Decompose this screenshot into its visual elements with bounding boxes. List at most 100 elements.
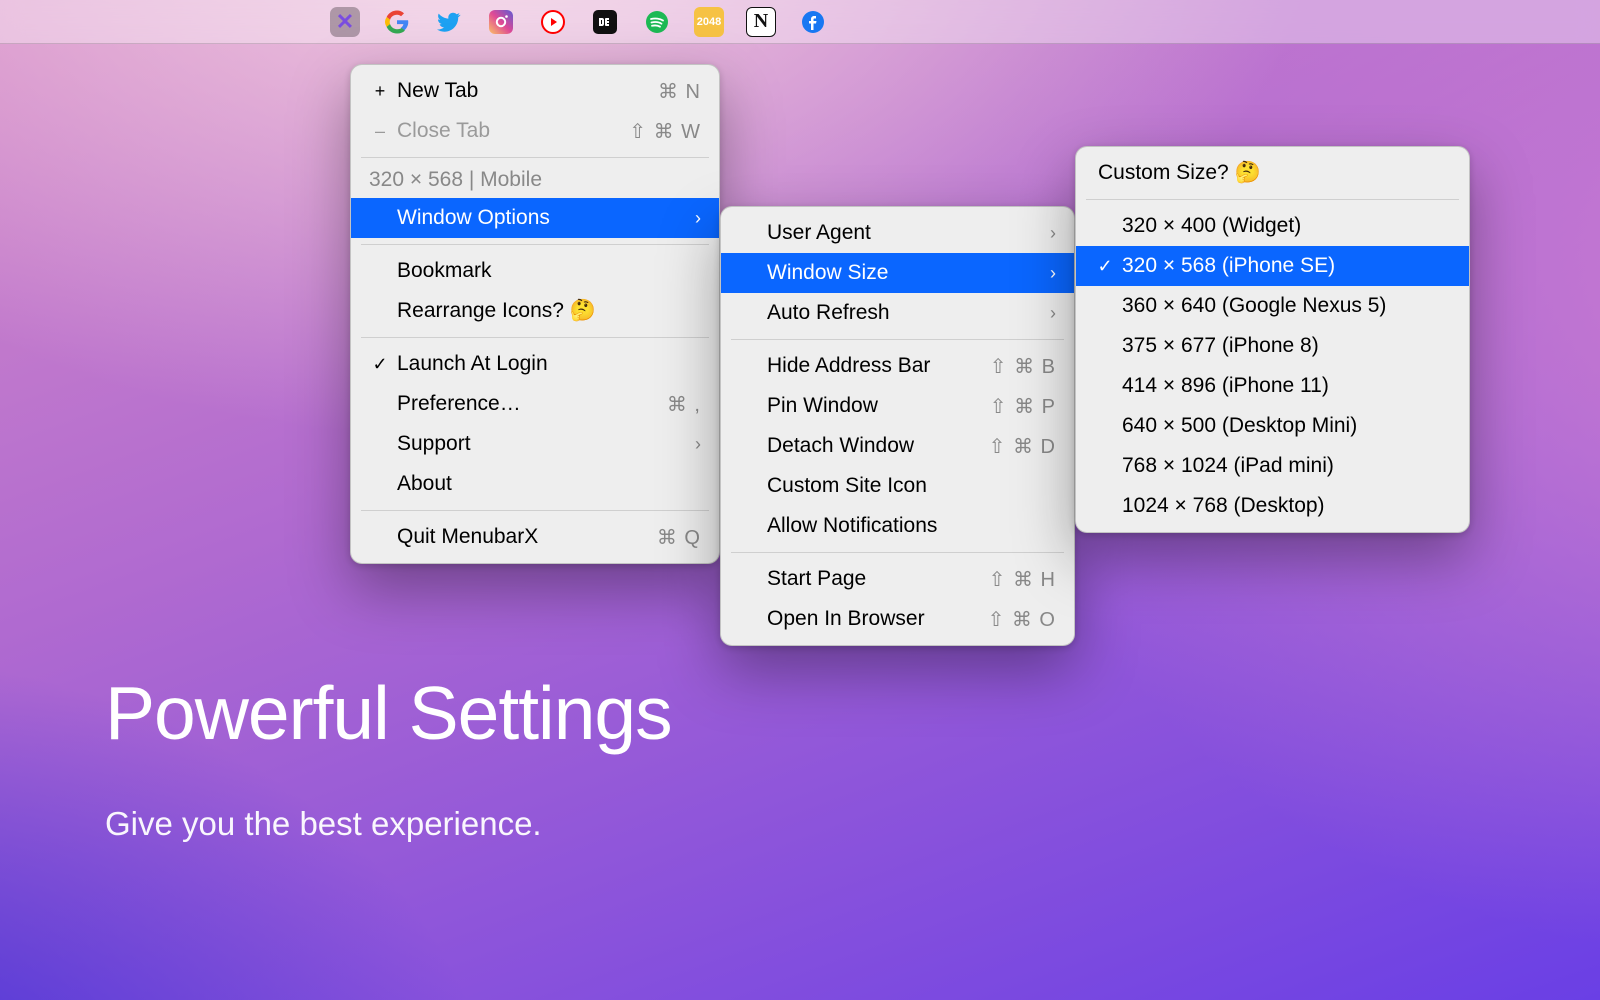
facebook-icon[interactable] <box>798 7 828 37</box>
menubar-icons: ✕ 2048 N <box>330 7 828 37</box>
menu-close-tab: – Close Tab ⇧ ⌘ W <box>351 111 719 151</box>
main-menu: + New Tab ⌘ N – Close Tab ⇧ ⌘ W 320 × 56… <box>350 64 720 564</box>
menu-item-label: 640 × 500 (Desktop Mini) <box>1122 414 1451 438</box>
shortcut: ⌘ N <box>658 79 701 104</box>
instagram-icon[interactable] <box>486 7 516 37</box>
menu-bookmark[interactable]: Bookmark <box>351 251 719 291</box>
menu-item-label: Custom Size? 🤔 <box>1098 161 1451 185</box>
menu-item-label: New Tab <box>397 79 628 103</box>
size-option[interactable]: 1024 × 768 (Desktop) <box>1076 486 1469 526</box>
menu-item-label: Pin Window <box>767 394 960 418</box>
menu-detach-window[interactable]: Detach Window ⇧ ⌘ D <box>721 426 1074 466</box>
menu-window-options[interactable]: Window Options › <box>351 198 719 238</box>
chevron-right-icon: › <box>1050 223 1056 244</box>
menu-item-label: 360 × 640 (Google Nexus 5) <box>1122 294 1451 318</box>
menu-item-label: Launch At Login <box>397 352 701 376</box>
size-option[interactable]: 768 × 1024 (iPad mini) <box>1076 446 1469 486</box>
menu-custom-site-icon[interactable]: Custom Site Icon <box>721 466 1074 506</box>
shortcut: ⇧ ⌘ D <box>989 434 1056 459</box>
shortcut: ⇧ ⌘ H <box>989 567 1056 592</box>
menu-open-in-browser[interactable]: Open In Browser ⇧ ⌘ O <box>721 599 1074 639</box>
menu-item-label: Auto Refresh <box>767 301 1020 325</box>
menu-item-label: Window Options <box>397 206 665 230</box>
shortcut: ⌘ Q <box>657 525 701 550</box>
menu-item-label: Open In Browser <box>767 607 958 631</box>
size-option[interactable]: 375 × 677 (iPhone 8) <box>1076 326 1469 366</box>
twitter-icon[interactable] <box>434 7 464 37</box>
menu-item-label: 320 × 568 (iPhone SE) <box>1122 254 1451 278</box>
menu-pin-window[interactable]: Pin Window ⇧ ⌘ P <box>721 386 1074 426</box>
chevron-right-icon: › <box>695 434 701 455</box>
menu-hide-address-bar[interactable]: Hide Address Bar ⇧ ⌘ B <box>721 346 1074 386</box>
menu-item-label: Allow Notifications <box>767 514 1056 538</box>
menu-item-label: About <box>397 472 701 496</box>
menu-item-label: 1024 × 768 (Desktop) <box>1122 494 1451 518</box>
menu-about[interactable]: About <box>351 464 719 504</box>
size-option[interactable]: ✓ 320 × 568 (iPhone SE) <box>1076 246 1469 286</box>
menu-item-label: Start Page <box>767 567 959 591</box>
hero-subtitle: Give you the best experience. <box>105 805 542 843</box>
separator <box>361 244 709 245</box>
size-option[interactable]: 414 × 896 (iPhone 11) <box>1076 366 1469 406</box>
separator <box>1086 199 1459 200</box>
devto-icon[interactable] <box>590 7 620 37</box>
youtube-icon[interactable] <box>538 7 568 37</box>
shortcut: ⇧ ⌘ W <box>629 119 701 144</box>
menu-allow-notifications[interactable]: Allow Notifications <box>721 506 1074 546</box>
size-option[interactable]: 360 × 640 (Google Nexus 5) <box>1076 286 1469 326</box>
menu-item-label: Bookmark <box>397 259 701 283</box>
menu-window-size[interactable]: Window Size › <box>721 253 1074 293</box>
separator <box>731 339 1064 340</box>
size-header: 320 × 568 | Mobile <box>351 164 719 198</box>
menu-item-label: Preference… <box>397 392 637 416</box>
notion-icon[interactable]: N <box>746 7 776 37</box>
plus-icon: + <box>369 81 391 102</box>
menu-auto-refresh[interactable]: Auto Refresh › <box>721 293 1074 333</box>
chevron-right-icon: › <box>1050 263 1056 284</box>
menu-item-label: 320 × 400 (Widget) <box>1122 214 1451 238</box>
separator <box>361 337 709 338</box>
menu-item-label: Detach Window <box>767 434 959 458</box>
chevron-right-icon: › <box>1050 303 1056 324</box>
menu-rearrange-icons[interactable]: Rearrange Icons? 🤔 <box>351 291 719 331</box>
menu-user-agent[interactable]: User Agent › <box>721 213 1074 253</box>
menu-new-tab[interactable]: + New Tab ⌘ N <box>351 71 719 111</box>
menu-item-label: Hide Address Bar <box>767 354 960 378</box>
menu-item-label: 414 × 896 (iPhone 11) <box>1122 374 1451 398</box>
menu-launch-at-login[interactable]: ✓ Launch At Login <box>351 344 719 384</box>
menu-preference[interactable]: Preference… ⌘ , <box>351 384 719 424</box>
checkmark-icon: ✓ <box>1094 256 1116 277</box>
hero-title: Powerful Settings <box>105 670 672 756</box>
menu-item-label: Quit MenubarX <box>397 525 627 549</box>
2048-icon[interactable]: 2048 <box>694 7 724 37</box>
shortcut: ⇧ ⌘ B <box>990 354 1056 379</box>
menu-item-label: Close Tab <box>397 119 599 143</box>
menu-item-label: Rearrange Icons? 🤔 <box>397 299 701 323</box>
menubarx-icon[interactable]: ✕ <box>330 7 360 37</box>
menu-item-label: Support <box>397 432 665 456</box>
window-size-submenu: Custom Size? 🤔 320 × 400 (Widget) ✓ 320 × … <box>1075 146 1470 533</box>
menu-quit[interactable]: Quit MenubarX ⌘ Q <box>351 517 719 557</box>
menu-support[interactable]: Support › <box>351 424 719 464</box>
size-option[interactable]: 640 × 500 (Desktop Mini) <box>1076 406 1469 446</box>
separator <box>731 552 1064 553</box>
window-options-submenu: User Agent › Window Size › Auto Refresh … <box>720 206 1075 646</box>
checkmark-icon: ✓ <box>369 354 391 375</box>
menu-start-page[interactable]: Start Page ⇧ ⌘ H <box>721 559 1074 599</box>
size-option[interactable]: 320 × 400 (Widget) <box>1076 206 1469 246</box>
menu-item-label: 375 × 677 (iPhone 8) <box>1122 334 1451 358</box>
shortcut: ⇧ ⌘ P <box>990 394 1056 419</box>
shortcut: ⌘ , <box>667 392 701 417</box>
menu-item-label: Window Size <box>767 261 1020 285</box>
minus-icon: – <box>369 121 391 142</box>
spotify-icon[interactable] <box>642 7 672 37</box>
separator <box>361 157 709 158</box>
google-icon[interactable] <box>382 7 412 37</box>
menu-custom-size[interactable]: Custom Size? 🤔 <box>1076 153 1469 193</box>
menu-item-label: Custom Site Icon <box>767 474 1056 498</box>
separator <box>361 510 709 511</box>
menu-item-label: 768 × 1024 (iPad mini) <box>1122 454 1451 478</box>
chevron-right-icon: › <box>695 208 701 229</box>
shortcut: ⇧ ⌘ O <box>988 607 1056 632</box>
menubar: ✕ 2048 N <box>0 0 1600 44</box>
